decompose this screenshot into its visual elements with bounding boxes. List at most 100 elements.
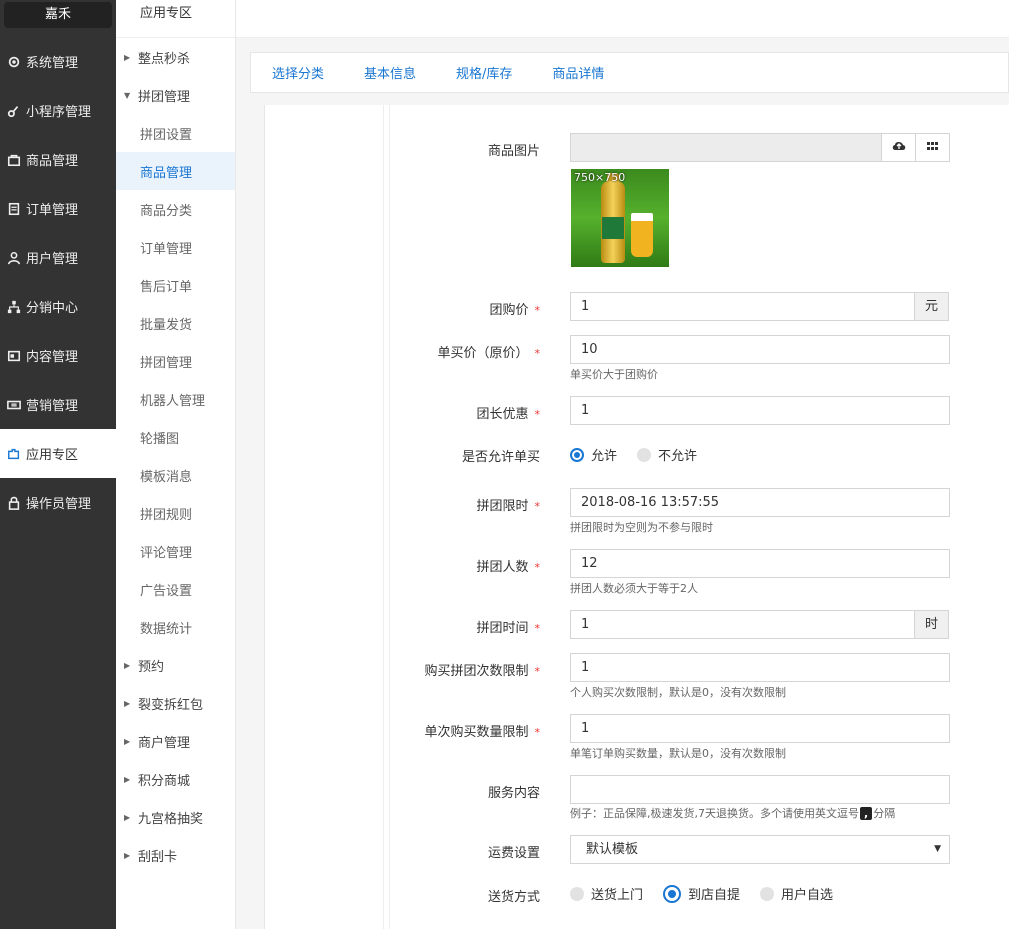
caret-right-icon: ▶ xyxy=(124,774,131,784)
subnav-item-carousel[interactable]: 轮播图 xyxy=(116,418,235,456)
single-price-input[interactable]: 10 xyxy=(570,335,950,364)
leader-discount-input[interactable]: 1 xyxy=(570,396,950,425)
delivery-option-user-choice[interactable]: 用户自选 xyxy=(760,884,833,903)
required-mark: * xyxy=(534,665,541,678)
group-size-input[interactable]: 12 xyxy=(570,549,950,578)
radio-label: 到店自提 xyxy=(688,888,741,903)
buy-times-input[interactable]: 1 xyxy=(570,653,950,682)
subnav-label: 刮刮卡 xyxy=(138,849,178,865)
sidebar-item-system[interactable]: 系统管理 xyxy=(0,37,116,86)
gear-icon xyxy=(6,54,22,70)
subnav-label: 积分商城 xyxy=(138,773,191,789)
delivery-option-pickup[interactable]: 到店自提 xyxy=(663,884,740,903)
upload-button[interactable] xyxy=(881,133,916,162)
select-value: 默认模板 xyxy=(586,842,639,857)
subnav-item-rules[interactable]: 拼团规则 xyxy=(116,494,235,532)
subnav-item-stats[interactable]: 数据统计 xyxy=(116,608,235,646)
subnav-item-template-msg[interactable]: 模板消息 xyxy=(116,456,235,494)
subnav-item-category[interactable]: 商品分类 xyxy=(116,190,235,228)
required-mark: * xyxy=(534,726,541,739)
label-text: 单次购买数量限制 xyxy=(424,725,529,740)
subnav-group-flash-sale[interactable]: ▶ 整点秒杀 xyxy=(116,38,235,76)
label-text: 拼团限时 xyxy=(476,499,529,514)
sub-navigation: 应用专区 ▶ 整点秒杀 ▼ 拼团管理 拼团设置 商品管理 商品分类 订单管理 售后订… xyxy=(116,0,236,929)
subnav-item-ads[interactable]: 广告设置 xyxy=(116,570,235,608)
group-price-input[interactable]: 1 xyxy=(570,292,915,321)
shipping-label: 运费设置 xyxy=(487,846,540,861)
ticket-icon xyxy=(6,397,22,413)
subnav-group-red-packet[interactable]: ▶ 裂变拆红包 xyxy=(116,684,235,722)
service-input[interactable] xyxy=(570,775,950,804)
sidebar-item-users[interactable]: 用户管理 xyxy=(0,233,116,282)
time-limit-hint: 拼团限时为空则为不参与限时 xyxy=(570,521,713,534)
subnav-group-booking[interactable]: ▶ 预约 xyxy=(116,646,235,684)
sidebar-item-distribution[interactable]: 分销中心 xyxy=(0,282,116,331)
subnav-group-group-buy[interactable]: ▼ 拼团管理 xyxy=(116,76,235,114)
allow-radio[interactable]: 允许 xyxy=(570,445,617,464)
subnav-item-after-sales[interactable]: 售后订单 xyxy=(116,266,235,304)
sidebar-item-goods[interactable]: 商品管理 xyxy=(0,135,116,184)
radio-unchecked-icon xyxy=(637,447,652,462)
tab-basic-info[interactable]: 基本信息 xyxy=(364,63,416,82)
tab-select-category[interactable]: 选择分类 xyxy=(272,63,324,82)
goods-image-thumbnail[interactable]: 750×750 xyxy=(571,169,669,267)
time-limit-input[interactable]: 2018-08-16 13:57:55 xyxy=(570,488,950,517)
hint-text: 例子：正品保障,极速发货,7天退换货。多个请使用英文逗号 xyxy=(570,807,859,820)
delivery-option-door[interactable]: 送货上门 xyxy=(570,884,643,903)
subnav-item-orders[interactable]: 订单管理 xyxy=(116,228,235,266)
buy-times-hint: 个人购买次数限制，默认是0，没有次数限制 xyxy=(570,686,786,699)
group-time-input[interactable]: 1 xyxy=(570,610,915,639)
subnav-item-goods[interactable]: 商品管理 xyxy=(116,152,235,190)
form-tabs: 选择分类 基本信息 规格/库存 商品详情 xyxy=(250,52,1009,93)
required-mark: * xyxy=(534,408,541,421)
label-text: 购买拼团次数限制 xyxy=(424,664,529,679)
tab-spec-stock[interactable]: 规格/库存 xyxy=(456,63,512,82)
shipping-template-select[interactable]: 默认模板 ▼ xyxy=(570,835,950,864)
grid-icon xyxy=(927,140,938,155)
sidebar-item-label: 用户管理 xyxy=(26,252,79,267)
group-size-hint: 拼团人数必须大于等于2人 xyxy=(570,582,698,595)
subnav-group-points-mall[interactable]: ▶ 积分商城 xyxy=(116,760,235,798)
sidebar-item-label: 应用专区 xyxy=(26,448,79,463)
sidebar-item-miniapp[interactable]: 小程序管理 xyxy=(0,86,116,135)
leader-discount-label: 团长优惠 * xyxy=(476,403,540,422)
sidebar-item-operators[interactable]: 操作员管理 xyxy=(0,478,116,527)
radio-unchecked-icon xyxy=(760,886,775,901)
delivery-label: 送货方式 xyxy=(487,890,540,905)
caret-right-icon: ▶ xyxy=(124,698,131,708)
bag-icon xyxy=(6,152,22,168)
user-icon xyxy=(6,250,22,266)
single-qty-input[interactable]: 1 xyxy=(570,714,950,743)
sidebar-item-orders[interactable]: 订单管理 xyxy=(0,184,116,233)
tab-goods-detail[interactable]: 商品详情 xyxy=(552,63,604,82)
service-label: 服务内容 xyxy=(487,786,540,801)
allow-single-label: 是否允许单买 xyxy=(461,450,540,465)
subnav-item-robots[interactable]: 机器人管理 xyxy=(116,380,235,418)
radio-label: 允许 xyxy=(591,449,618,464)
subnav-item-comments[interactable]: 评论管理 xyxy=(116,532,235,570)
buy-times-label: 购买拼团次数限制 * xyxy=(424,660,540,679)
single-qty-hint: 单笔订单购买数量，默认是0，没有次数限制 xyxy=(570,747,786,760)
sidebar-item-label: 营销管理 xyxy=(26,399,79,414)
subnav-item-group-settings[interactable]: 拼团设置 xyxy=(116,114,235,152)
image-label: 商品图片 xyxy=(487,144,540,159)
subnav-group-merchants[interactable]: ▶ 商户管理 xyxy=(116,722,235,760)
service-hint: 例子：正品保障,极速发货,7天退换货。多个请使用英文逗号, 分隔 xyxy=(570,805,895,821)
sidebar-item-marketing[interactable]: 营销管理 xyxy=(0,380,116,429)
image-path-input[interactable] xyxy=(570,133,881,162)
caret-right-icon: ▶ xyxy=(124,812,131,822)
subnav-group-scratch-card[interactable]: ▶ 刮刮卡 xyxy=(116,836,235,874)
bottle-label-graphic xyxy=(602,217,624,239)
sidebar-item-content[interactable]: 内容管理 xyxy=(0,331,116,380)
disallow-radio[interactable]: 不允许 xyxy=(637,445,697,464)
radio-label: 用户自选 xyxy=(781,888,834,903)
radio-checked-icon xyxy=(570,447,584,462)
caret-right-icon: ▶ xyxy=(124,52,131,62)
sidebar-item-apps[interactable]: 应用专区 xyxy=(0,429,116,478)
gallery-button[interactable] xyxy=(915,133,950,162)
link-icon xyxy=(6,103,22,119)
subnav-item-batch-ship[interactable]: 批量发货 xyxy=(116,304,235,342)
subnav-item-group-manage[interactable]: 拼团管理 xyxy=(116,342,235,380)
subnav-group-lottery[interactable]: ▶ 九宫格抽奖 xyxy=(116,798,235,836)
brand-logo[interactable]: 嘉禾 xyxy=(4,2,112,28)
